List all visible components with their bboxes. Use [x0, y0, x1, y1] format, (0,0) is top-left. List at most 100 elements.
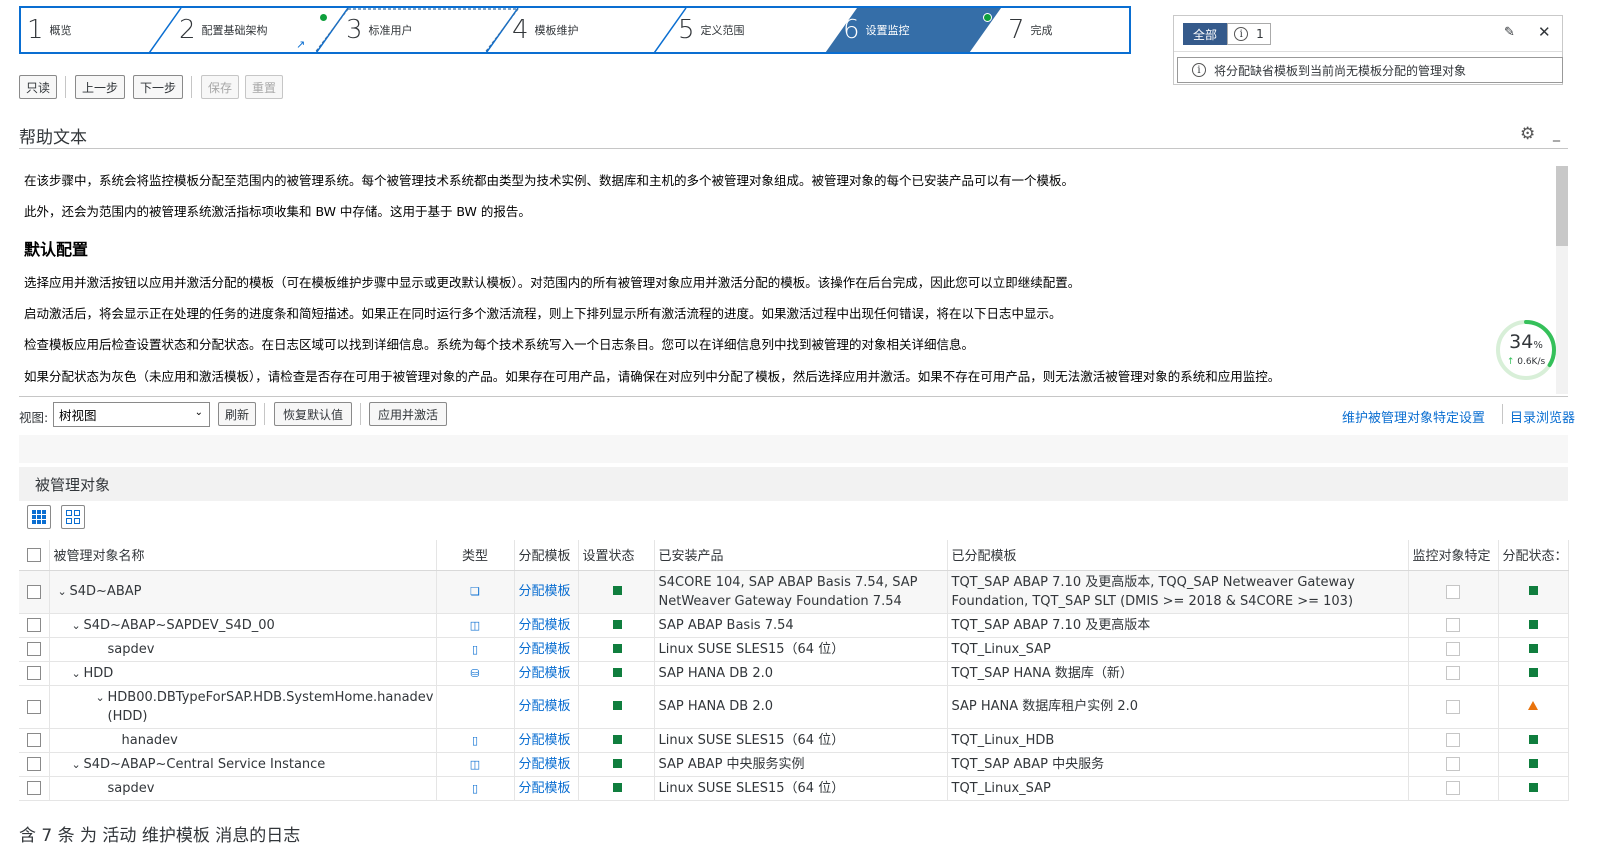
table-row[interactable]: hanadev ▯ 分配模板 Linux SUSE SLES15（64 位） TQT_L…	[19, 728, 1569, 753]
row-checkbox[interactable]	[26, 584, 41, 599]
monitor-specific-cell[interactable]	[1408, 613, 1499, 638]
column-header[interactable]: 类型	[436, 540, 515, 571]
close-icon[interactable]: ✕	[1538, 23, 1551, 41]
monitor-specific-checkbox[interactable]	[1446, 757, 1460, 771]
assigned-template-cell: TQT_SAP HANA 数据库（新）	[947, 661, 1409, 686]
monitor-specific-checkbox[interactable]	[1446, 699, 1460, 714]
reset-button[interactable]: 重置	[245, 75, 283, 99]
wizard-step-4[interactable]: 4 模板维护	[512, 8, 579, 52]
assign-template-link[interactable]: 分配模板	[519, 781, 571, 796]
row-checkbox-cell[interactable]	[19, 613, 50, 638]
column-header[interactable]: 分配状态：	[1498, 540, 1569, 571]
select-all-checkbox-cell[interactable]	[19, 540, 50, 571]
wizard-step-5[interactable]: 5 定义范围	[678, 8, 745, 52]
column-header[interactable]: 已安装产品	[654, 540, 948, 571]
table-row[interactable]: sapdev ▯ 分配模板 Linux SUSE SLES15（64 位） TQT_Li…	[19, 776, 1569, 801]
assign-template-link[interactable]: 分配模板	[519, 757, 571, 772]
apply-activate-button[interactable]: 应用并激活	[369, 402, 447, 426]
column-header[interactable]: 设置状态	[578, 540, 655, 571]
monitor-specific-cell[interactable]	[1408, 570, 1499, 614]
monitor-specific-cell[interactable]	[1408, 661, 1499, 686]
filter-info-button[interactable]: i1	[1227, 23, 1271, 45]
assign-template-link[interactable]: 分配模板	[519, 699, 571, 714]
chevron-down-icon[interactable]: ⌄	[72, 755, 84, 774]
prev-step-button[interactable]: 上一步	[75, 75, 125, 99]
wizard-step-2[interactable]: 2 配置基础架构	[179, 8, 268, 52]
next-step-button[interactable]: 下一步	[133, 75, 183, 99]
column-header[interactable]: 监控对象特定	[1408, 540, 1499, 571]
status-green-icon	[1528, 782, 1538, 792]
chevron-down-icon[interactable]: ⌄	[58, 582, 70, 601]
readonly-button[interactable]: 只读	[19, 75, 57, 99]
refresh-button[interactable]: 刷新	[218, 402, 256, 426]
monitor-specific-cell[interactable]	[1408, 752, 1499, 777]
maintain-settings-link[interactable]: 维护被管理对象特定设置	[1342, 407, 1485, 426]
status-green-icon	[612, 619, 622, 629]
status-green-icon	[612, 758, 622, 768]
collapse-icon[interactable]: _	[1553, 126, 1560, 142]
table-row[interactable]: ⌄ S4D~ABAP~Central Service Instance ◫ 分配模板 S…	[19, 752, 1569, 777]
chevron-down-icon[interactable]: ⌄	[72, 616, 84, 635]
row-checkbox-cell[interactable]	[19, 570, 50, 614]
save-button[interactable]: 保存	[201, 75, 239, 99]
wizard-step-7[interactable]: 7 完成	[1008, 8, 1053, 52]
column-header[interactable]: 被管理对象名称	[49, 540, 437, 571]
message-toolbar: 全部 i1 ✎ ✕	[1174, 16, 1562, 52]
assign-template-link[interactable]: 分配模板	[519, 666, 571, 681]
column-header[interactable]: 分配模板	[514, 540, 579, 571]
filter-all-button[interactable]: 全部	[1183, 23, 1227, 45]
restore-default-button[interactable]: 恢复默认值	[274, 402, 352, 426]
expand-all-icon[interactable]	[27, 505, 51, 529]
monitor-specific-cell[interactable]	[1408, 776, 1499, 801]
message-item[interactable]: i 将分配缺省模板到当前尚无模板分配的管理对象	[1177, 57, 1563, 83]
column-header[interactable]: 已分配模板	[947, 540, 1409, 571]
directory-browser-link[interactable]: 目录浏览器	[1510, 407, 1575, 426]
row-checkbox[interactable]	[26, 733, 41, 747]
monitor-specific-checkbox[interactable]	[1446, 781, 1460, 795]
monitor-specific-checkbox[interactable]	[1446, 584, 1460, 599]
monitor-specific-checkbox[interactable]	[1446, 642, 1460, 656]
assign-template-link[interactable]: 分配模板	[519, 642, 571, 657]
row-checkbox-cell[interactable]	[19, 728, 50, 753]
monitor-specific-checkbox[interactable]	[1446, 666, 1460, 680]
monitor-specific-checkbox[interactable]	[1446, 733, 1460, 747]
status-green-icon	[1528, 619, 1538, 629]
table-row[interactable]: ⌄ HDD ⛁ 分配模板 SAP HANA DB 2.0 TQT_SAP HANA 数据库…	[19, 661, 1569, 686]
row-checkbox-cell[interactable]	[19, 685, 50, 729]
table-row[interactable]: sapdev ▯ 分配模板 Linux SUSE SLES15（64 位） TQT_Li…	[19, 637, 1569, 662]
row-checkbox[interactable]	[26, 781, 41, 795]
monitor-specific-checkbox[interactable]	[1446, 618, 1460, 632]
row-checkbox[interactable]	[26, 618, 41, 632]
chevron-down-icon[interactable]: ⌄	[72, 664, 84, 683]
assign-template-link[interactable]: 分配模板	[519, 733, 571, 748]
assign-template-link[interactable]: 分配模板	[519, 618, 571, 633]
table-row[interactable]: ⌄ S4D~ABAP ❏ 分配模板 S4CORE 104, SAP ABAP Basis…	[19, 570, 1569, 614]
wizard-step-1[interactable]: 1 概览	[27, 8, 72, 52]
assign-template-cell: 分配模板	[514, 661, 579, 686]
chevron-down-icon[interactable]: ⌄	[96, 688, 108, 707]
monitor-specific-cell[interactable]	[1408, 685, 1499, 729]
row-checkbox-cell[interactable]	[19, 637, 50, 662]
row-checkbox[interactable]	[26, 699, 41, 714]
settings-gear-icon[interactable]: ⚙	[1520, 124, 1535, 144]
row-checkbox-cell[interactable]	[19, 776, 50, 801]
select-all-checkbox[interactable]	[26, 547, 41, 562]
open-external-icon[interactable]: ✎	[1504, 25, 1515, 40]
wizard-step-6[interactable]: 6 设置监控	[843, 8, 910, 52]
row-checkbox[interactable]	[26, 666, 41, 680]
network-monitor-widget[interactable]: 34% ↑ 0.6K/s	[1495, 319, 1557, 381]
monitor-specific-cell[interactable]	[1408, 637, 1499, 662]
row-checkbox-cell[interactable]	[19, 752, 50, 777]
collapse-all-icon[interactable]	[61, 505, 85, 529]
wizard-step-3[interactable]: 3 标准用户	[346, 8, 413, 52]
table-row[interactable]: ⌄ S4D~ABAP~SAPDEV_S4D_00 ◫ 分配模板 SAP ABAP Bas…	[19, 613, 1569, 638]
row-checkbox[interactable]	[26, 757, 41, 771]
object-name: HDD	[83, 665, 114, 681]
row-checkbox[interactable]	[26, 642, 41, 656]
assign-template-link[interactable]: 分配模板	[519, 584, 571, 599]
view-select[interactable]: 树视图 ⌄	[53, 402, 210, 427]
table-row[interactable]: ⌄ HDB00.DBTypeForSAP.HDB.SystemHome.hanad…	[19, 685, 1569, 729]
help-scrollbar-thumb[interactable]	[1556, 166, 1568, 246]
row-checkbox-cell[interactable]	[19, 661, 50, 686]
monitor-specific-cell[interactable]	[1408, 728, 1499, 753]
